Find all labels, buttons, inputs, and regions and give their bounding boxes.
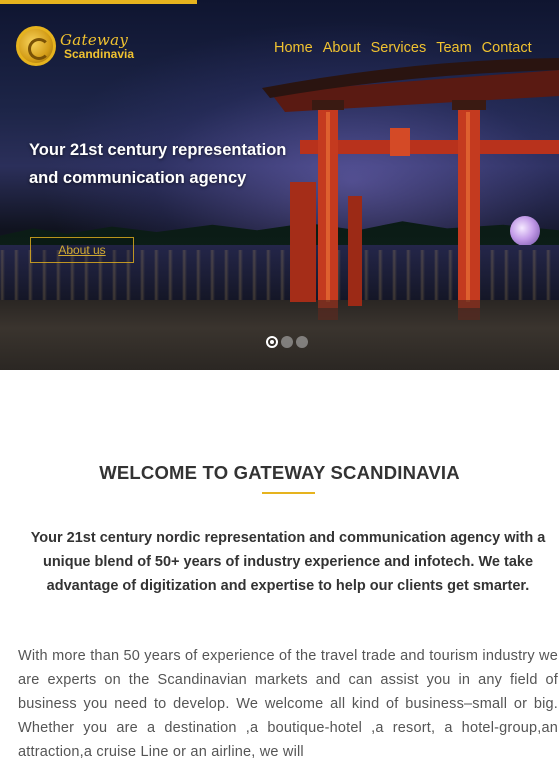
logo-line-1: Gateway (60, 30, 129, 49)
hero-caption-line-2: and communication agency (29, 169, 247, 187)
welcome-heading: WELCOME TO GATEWAY SCANDINAVIA (99, 462, 460, 483)
nav-team[interactable]: Team (436, 40, 471, 56)
logo-globe-icon (16, 26, 56, 66)
welcome-intro: Your 21st century nordic representation … (30, 530, 546, 594)
brand-logo[interactable]: Gateway Scandinavia (16, 26, 134, 66)
about-us-button[interactable]: About us (30, 237, 134, 263)
logo-line-2: Scandinavia (64, 46, 135, 61)
slider-dot-2[interactable] (281, 336, 293, 348)
logo-wordmark: Gateway Scandinavia (60, 30, 135, 61)
hero-caption-line-1: Your 21st century representation (29, 141, 287, 159)
nav-services[interactable]: Services (371, 40, 427, 56)
nav-contact[interactable]: Contact (482, 40, 532, 56)
nav-about[interactable]: About (323, 40, 361, 56)
nav-home[interactable]: Home (274, 40, 313, 56)
main-nav: Home About Services Team Contact (274, 40, 542, 56)
heading-underline (262, 492, 315, 494)
slider-dot-1[interactable] (266, 336, 278, 348)
welcome-body: With more than 50 years of experience of… (18, 648, 558, 760)
slider-dots (266, 336, 308, 348)
hero-slider: Gateway Scandinavia Home About Services … (0, 0, 559, 370)
slider-dot-3[interactable] (296, 336, 308, 348)
hero-caption: Your 21st century representation and com… (29, 136, 286, 192)
